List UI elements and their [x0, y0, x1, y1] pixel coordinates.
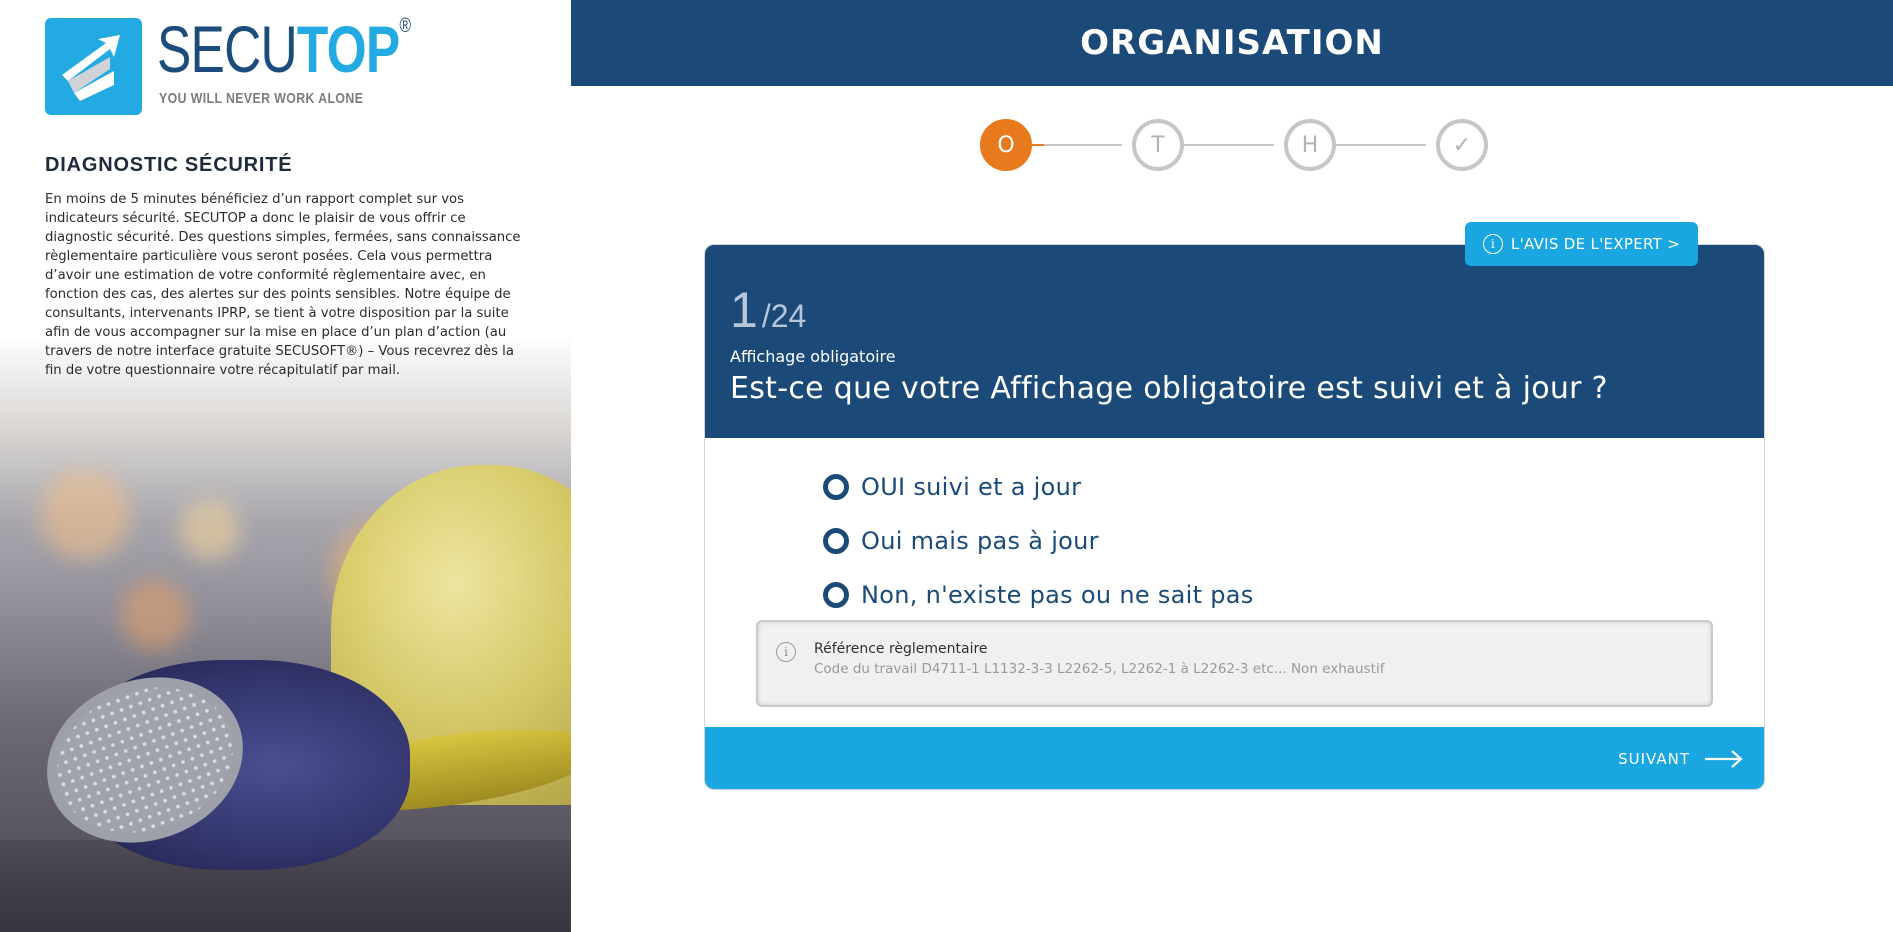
- brand-logo[interactable]: SECUTOP® YOU WILL NEVER WORK ALONE: [45, 15, 415, 118]
- card-footer: SUIVANT: [705, 727, 1764, 789]
- left-panel: SECUTOP® YOU WILL NEVER WORK ALONE DIAGN…: [0, 0, 571, 932]
- radio-button[interactable]: [823, 528, 849, 554]
- reference-title: Référence règlementaire: [814, 641, 988, 657]
- answer-label[interactable]: OUI suivi et a jour: [861, 473, 1081, 501]
- answer-label[interactable]: Oui mais pas à jour: [861, 527, 1099, 555]
- question-text: Est-ce que votre Affichage obligatoire e…: [730, 371, 1608, 406]
- logo-tagline: YOU WILL NEVER WORK ALONE: [159, 90, 364, 107]
- question-current: 1: [730, 282, 758, 338]
- arrow-right-icon[interactable]: [1704, 749, 1744, 769]
- expert-advice-button[interactable]: i L'AVIS DE L'EXPERT >: [1465, 222, 1698, 266]
- question-total: /24: [761, 298, 807, 334]
- diagnostic-title: DIAGNOSTIC SÉCURITÉ: [45, 154, 293, 176]
- step-connector: [1184, 144, 1274, 146]
- background-bokeh: [40, 470, 130, 560]
- step-t: T: [1132, 119, 1184, 171]
- step-complete-check-icon: ✓: [1436, 119, 1488, 171]
- logo-arrow-icon: [45, 18, 142, 115]
- logo-word-top: TOP: [296, 12, 400, 86]
- answer-option-oui-a-jour[interactable]: OUI suivi et a jour: [823, 460, 1254, 514]
- next-label[interactable]: SUIVANT: [1618, 750, 1690, 768]
- answer-options: OUI suivi et a jour Oui mais pas à jour …: [823, 460, 1254, 622]
- background-bokeh: [120, 580, 190, 650]
- reference-body: Code du travail D4711-1 L1132-3-3 L2262-…: [814, 661, 1385, 677]
- answer-option-oui-pas-a-jour[interactable]: Oui mais pas à jour: [823, 514, 1254, 568]
- answer-label[interactable]: Non, n'existe pas ou ne sait pas: [861, 581, 1254, 609]
- diagnostic-description: En moins de 5 minutes bénéficiez d’un ra…: [45, 192, 521, 378]
- logo-registered-mark: ®: [399, 15, 411, 37]
- section-title: ORGANISATION: [1080, 23, 1384, 63]
- next-button[interactable]: SUIVANT: [1618, 741, 1744, 777]
- step-h: H: [1284, 119, 1336, 171]
- expert-advice-label[interactable]: L'AVIS DE L'EXPERT >: [1511, 235, 1680, 253]
- step-connector: [1336, 144, 1426, 146]
- regulatory-reference-box: i Référence règlementaire Code du travai…: [756, 620, 1713, 707]
- info-icon: i: [776, 642, 796, 662]
- question-category: Affichage obligatoire: [730, 347, 896, 366]
- step-connector: [1032, 144, 1122, 146]
- logo-word-secu: SECU: [157, 12, 298, 86]
- step-organisation: O: [980, 119, 1032, 171]
- logo-wordmark: SECUTOP®: [157, 15, 411, 82]
- radio-button[interactable]: [823, 582, 849, 608]
- question-header: 1/24 Affichage obligatoire Est-ce que vo…: [705, 245, 1764, 438]
- answer-option-non[interactable]: Non, n'existe pas ou ne sait pas: [823, 568, 1254, 622]
- progress-stepper: O T H ✓: [980, 119, 1490, 171]
- info-icon: i: [1482, 234, 1503, 254]
- section-header: ORGANISATION: [571, 0, 1893, 86]
- question-card: 1/24 Affichage obligatoire Est-ce que vo…: [704, 244, 1765, 790]
- step-progress-fill: [1032, 144, 1044, 146]
- question-counter: 1/24: [730, 281, 806, 339]
- background-bokeh: [180, 500, 240, 560]
- radio-button[interactable]: [823, 474, 849, 500]
